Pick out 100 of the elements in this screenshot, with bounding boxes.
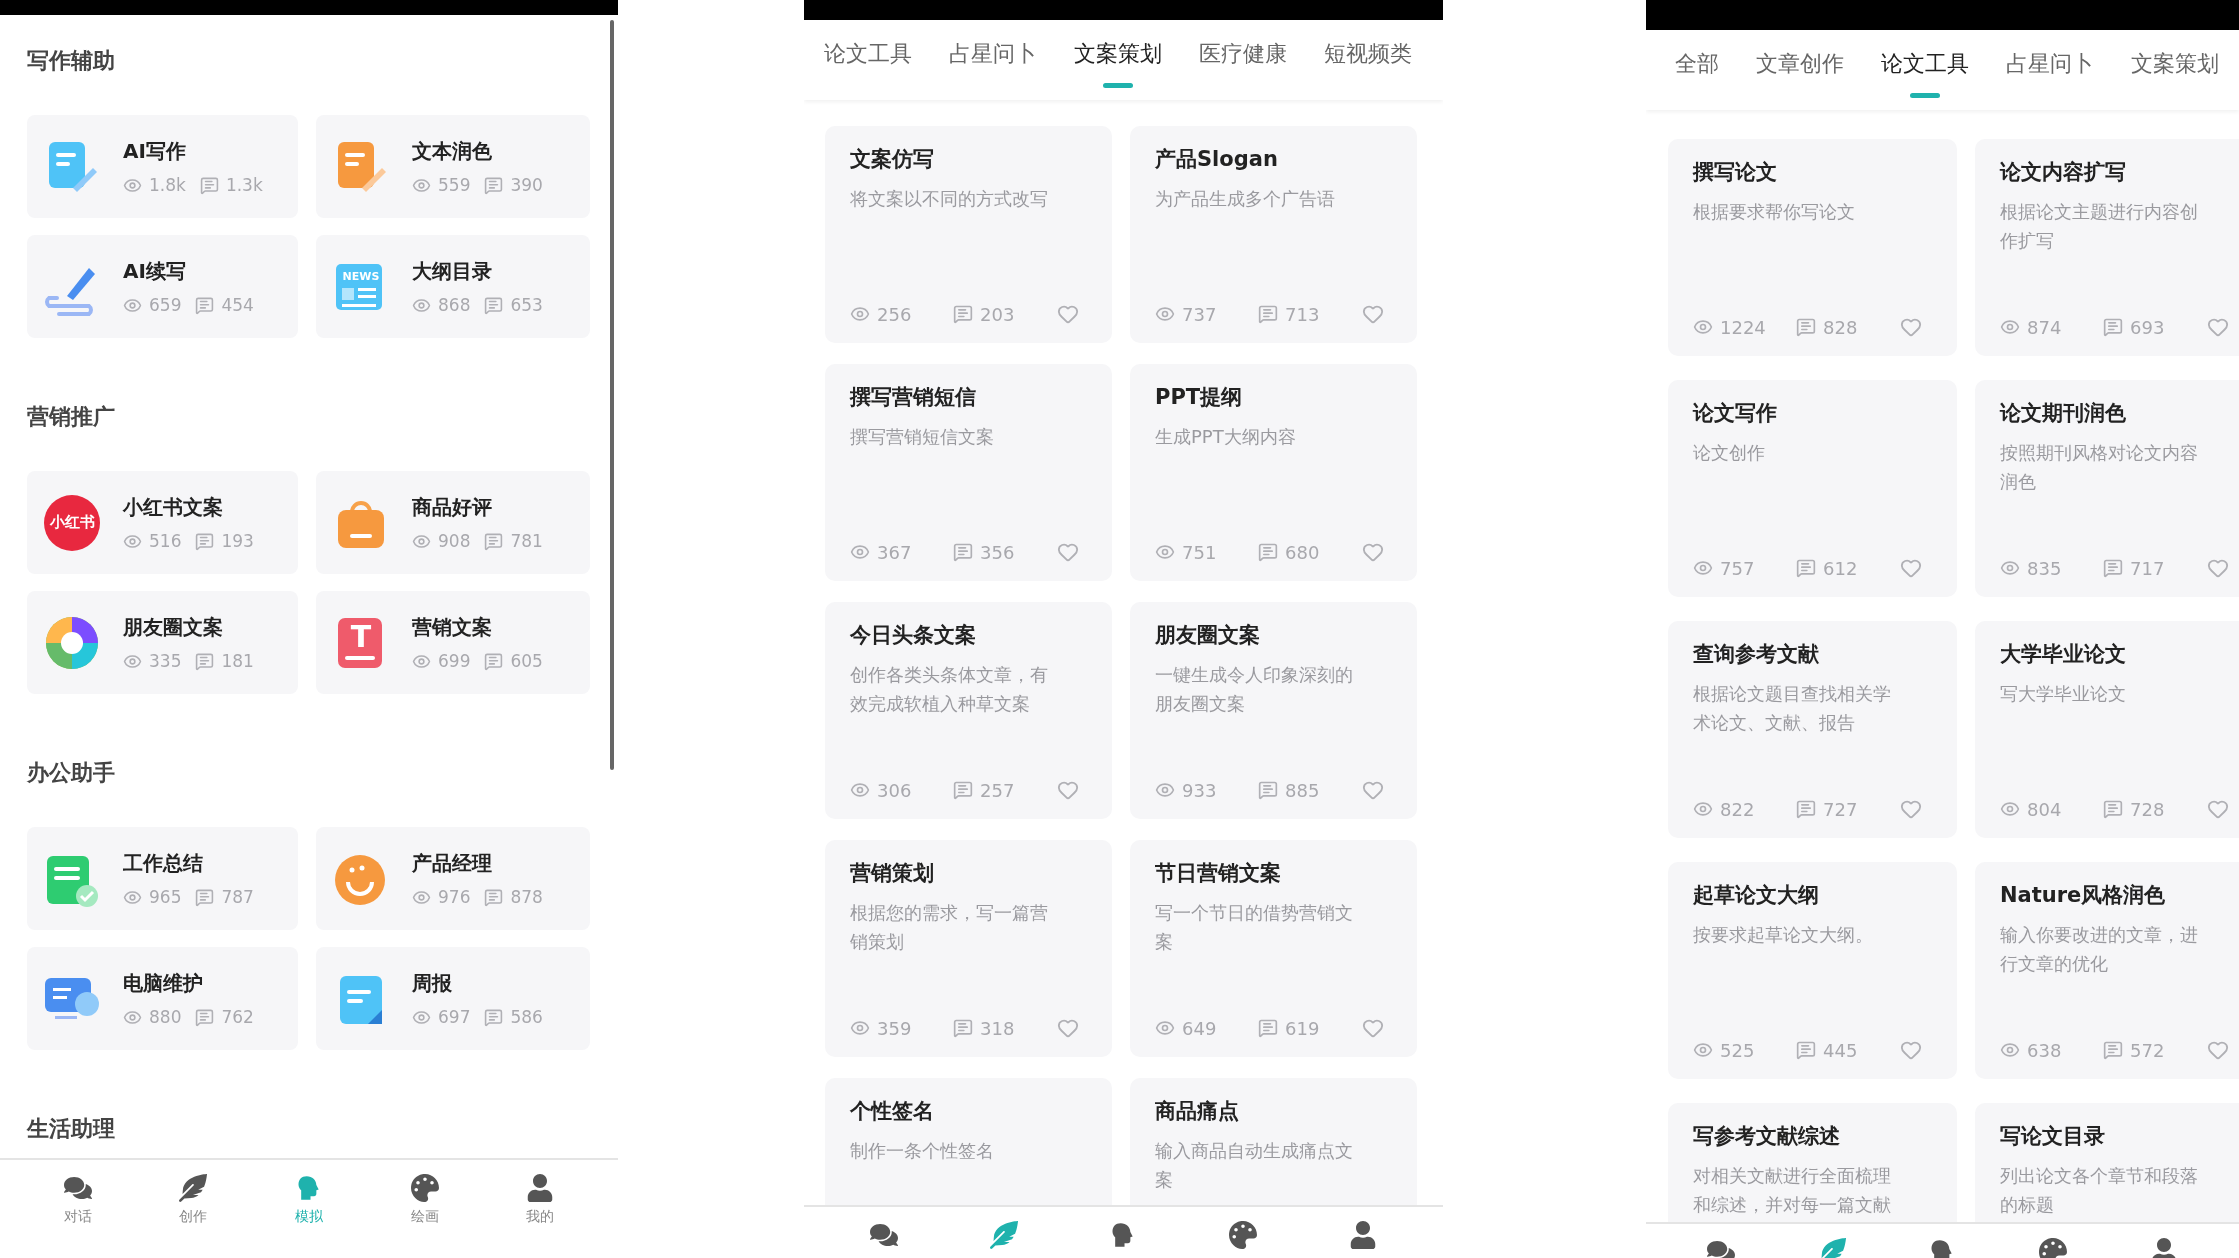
comment-icon: [199, 175, 219, 195]
card-description: 撰写营销短信文案: [850, 425, 995, 449]
heart-icon[interactable]: [1900, 798, 1922, 820]
comment-icon: [2103, 558, 2123, 578]
comment-icon: [484, 175, 504, 195]
view-count: 1.8k: [149, 175, 186, 195]
comment-icon: [484, 1007, 504, 1027]
comment-icon: [953, 304, 973, 324]
comment-count: 693: [2130, 316, 2165, 338]
tool-card[interactable]: 节日营销文案 写一个节日的借势营销文案 649 619: [1130, 840, 1417, 1057]
category-tab[interactable]: 文案策划: [1074, 20, 1162, 100]
card-description: 输入你要改进的文章，进行文章的优化: [2000, 923, 2199, 976]
card-description: 按照期刊风格对论文内容润色: [2000, 441, 2199, 494]
category-tab[interactable]: 医疗健康: [1199, 20, 1287, 100]
tool-card[interactable]: 周报 697 586: [316, 947, 590, 1050]
comment-count: 605: [510, 651, 543, 671]
tool-card[interactable]: 论文写作 论文创作 757 612: [1668, 380, 1957, 597]
view-count: 699: [438, 651, 471, 671]
heart-icon[interactable]: [1057, 779, 1079, 801]
tool-card[interactable]: 个性签名 制作一条个性签名: [825, 1078, 1112, 1205]
heart-icon[interactable]: [1362, 1017, 1384, 1039]
nav-tab[interactable]: 绘画: [406, 1160, 443, 1226]
comment-count: 454: [221, 295, 254, 315]
tool-card[interactable]: 商品好评 908 781: [316, 471, 590, 574]
view-count: 835: [2027, 557, 2062, 579]
category-tab[interactable]: 全部: [1675, 30, 1719, 110]
tool-card[interactable]: 朋友圈文案 335 181: [27, 591, 298, 694]
eye-icon: [850, 1018, 870, 1038]
tool-card[interactable]: T 营销文案 699 605: [316, 591, 590, 694]
category-tab[interactable]: 占星问卜: [949, 20, 1037, 100]
tool-card[interactable]: 营销策划 根据您的需求，写一篇营销策划 359 318: [825, 840, 1112, 1057]
tool-card[interactable]: 写论文目录 列出论文各个章节和段落的标题: [1975, 1103, 2239, 1222]
card-title: 朋友圈文案: [1155, 622, 1261, 649]
tool-card[interactable]: 论文内容扩写 根据论文主题进行内容创作扩写 874 693: [1975, 139, 2239, 356]
heart-icon[interactable]: [1057, 1017, 1079, 1039]
category-tab[interactable]: 论文工具: [1881, 30, 1969, 110]
comment-icon: [484, 887, 504, 907]
tool-card[interactable]: AI写作 1.8k 1.3k: [27, 115, 298, 218]
tool-card[interactable]: 写参考文献综述 对相关文献进行全面梳理和综述，并对每一篇文献: [1668, 1103, 1957, 1222]
card-title: 今日头条文案: [850, 622, 977, 649]
category-tab[interactable]: 论文工具: [824, 20, 912, 100]
heart-icon[interactable]: [2207, 798, 2229, 820]
section-title: 生活助理: [27, 1115, 116, 1143]
scrollbar[interactable]: [610, 20, 614, 770]
eye-icon: [850, 780, 870, 800]
tool-card[interactable]: 工作总结 965 787: [27, 827, 298, 930]
nav-tab[interactable]: 我的: [522, 1160, 559, 1226]
tool-card[interactable]: 查询参考文献 根据论文题目查找相关学术论文、文献、报告 822 727: [1668, 621, 1957, 838]
tool-card[interactable]: 产品Slogan 为产品生成多个广告语 737 713: [1130, 126, 1417, 343]
tool-card[interactable]: Nature风格润色 输入你要改进的文章，进行文章的优化 638 572: [1975, 862, 2239, 1079]
comment-icon: [195, 531, 215, 551]
category-tab[interactable]: 短视频类: [1324, 20, 1412, 100]
heart-icon[interactable]: [2207, 1039, 2229, 1061]
heart-icon[interactable]: [1057, 541, 1079, 563]
tool-card[interactable]: 大学毕业论文 写大学毕业论文 804 728: [1975, 621, 2239, 838]
heart-icon[interactable]: [1900, 1039, 1922, 1061]
tool-card[interactable]: PPT提纲 生成PPT大纲内容 751 680: [1130, 364, 1417, 581]
comment-icon: [1796, 317, 1816, 337]
comment-count: 728: [2130, 798, 2165, 820]
heart-icon[interactable]: [1900, 316, 1922, 338]
view-count: 638: [2027, 1039, 2062, 1061]
tool-card[interactable]: 撰写营销短信 撰写营销短信文案 367 356: [825, 364, 1112, 581]
category-tab[interactable]: 文案策划: [2131, 30, 2219, 110]
category-tab[interactable]: 占星问卜: [2006, 30, 2094, 110]
eye-icon: [2000, 317, 2020, 337]
tool-card[interactable]: 小红书 小红书文案 516 193: [27, 471, 298, 574]
heart-icon[interactable]: [1362, 541, 1384, 563]
eye-icon: [1155, 542, 1175, 562]
card-title: 大学毕业论文: [2000, 641, 2127, 668]
card-description: 一键生成令人印象深刻的朋友圈文案: [1155, 663, 1354, 716]
tool-card[interactable]: 文案仿写 将文案以不同的方式改写 256 203: [825, 126, 1112, 343]
tool-card[interactable]: 产品经理 976 878: [316, 827, 590, 930]
heart-icon[interactable]: [1362, 303, 1384, 325]
tool-card[interactable]: NEWS 大纲目录 868 653: [316, 235, 590, 338]
card-description: 将文案以不同的方式改写: [850, 187, 1049, 211]
tool-card[interactable]: 商品痛点 输入商品自动生成痛点文案: [1130, 1078, 1417, 1205]
view-count: 697: [438, 1007, 471, 1027]
nav-tab[interactable]: 创作: [175, 1160, 212, 1226]
comment-count: 680: [1285, 541, 1320, 563]
heart-icon[interactable]: [1900, 557, 1922, 579]
card-description: 按要求起草论文大纲。: [1693, 923, 1874, 947]
heart-icon[interactable]: [1057, 303, 1079, 325]
tool-card[interactable]: 朋友圈文案 一键生成令人印象深刻的朋友圈文案 933 885: [1130, 602, 1417, 819]
tool-card[interactable]: 起草论文大纲 按要求起草论文大纲。 525 445: [1668, 862, 1957, 1079]
comment-count: 390: [510, 175, 543, 195]
tool-card[interactable]: 撰写论文 根据要求帮你写论文 1224 828: [1668, 139, 1957, 356]
comment-icon: [1258, 304, 1278, 324]
heart-icon[interactable]: [2207, 557, 2229, 579]
comment-count: 181: [221, 651, 254, 671]
tool-card[interactable]: 电脑维护 880 762: [27, 947, 298, 1050]
card-description: 根据论文题目查找相关学术论文、文献、报告: [1693, 682, 1892, 735]
tool-card[interactable]: AI续写 659 454: [27, 235, 298, 338]
tool-card[interactable]: 文本润色 559 390: [316, 115, 590, 218]
heart-icon[interactable]: [2207, 316, 2229, 338]
tool-card[interactable]: 论文期刊润色 按照期刊风格对论文内容润色 835 717: [1975, 380, 2239, 597]
tool-name: AI写作: [123, 138, 187, 165]
tool-card[interactable]: 今日头条文案 创作各类头条体文章，有效完成软植入种草文案 306 257: [825, 602, 1112, 819]
nav-tab[interactable]: 对话: [59, 1160, 96, 1226]
heart-icon[interactable]: [1362, 779, 1384, 801]
category-tab[interactable]: 文章创作: [1756, 30, 1844, 110]
